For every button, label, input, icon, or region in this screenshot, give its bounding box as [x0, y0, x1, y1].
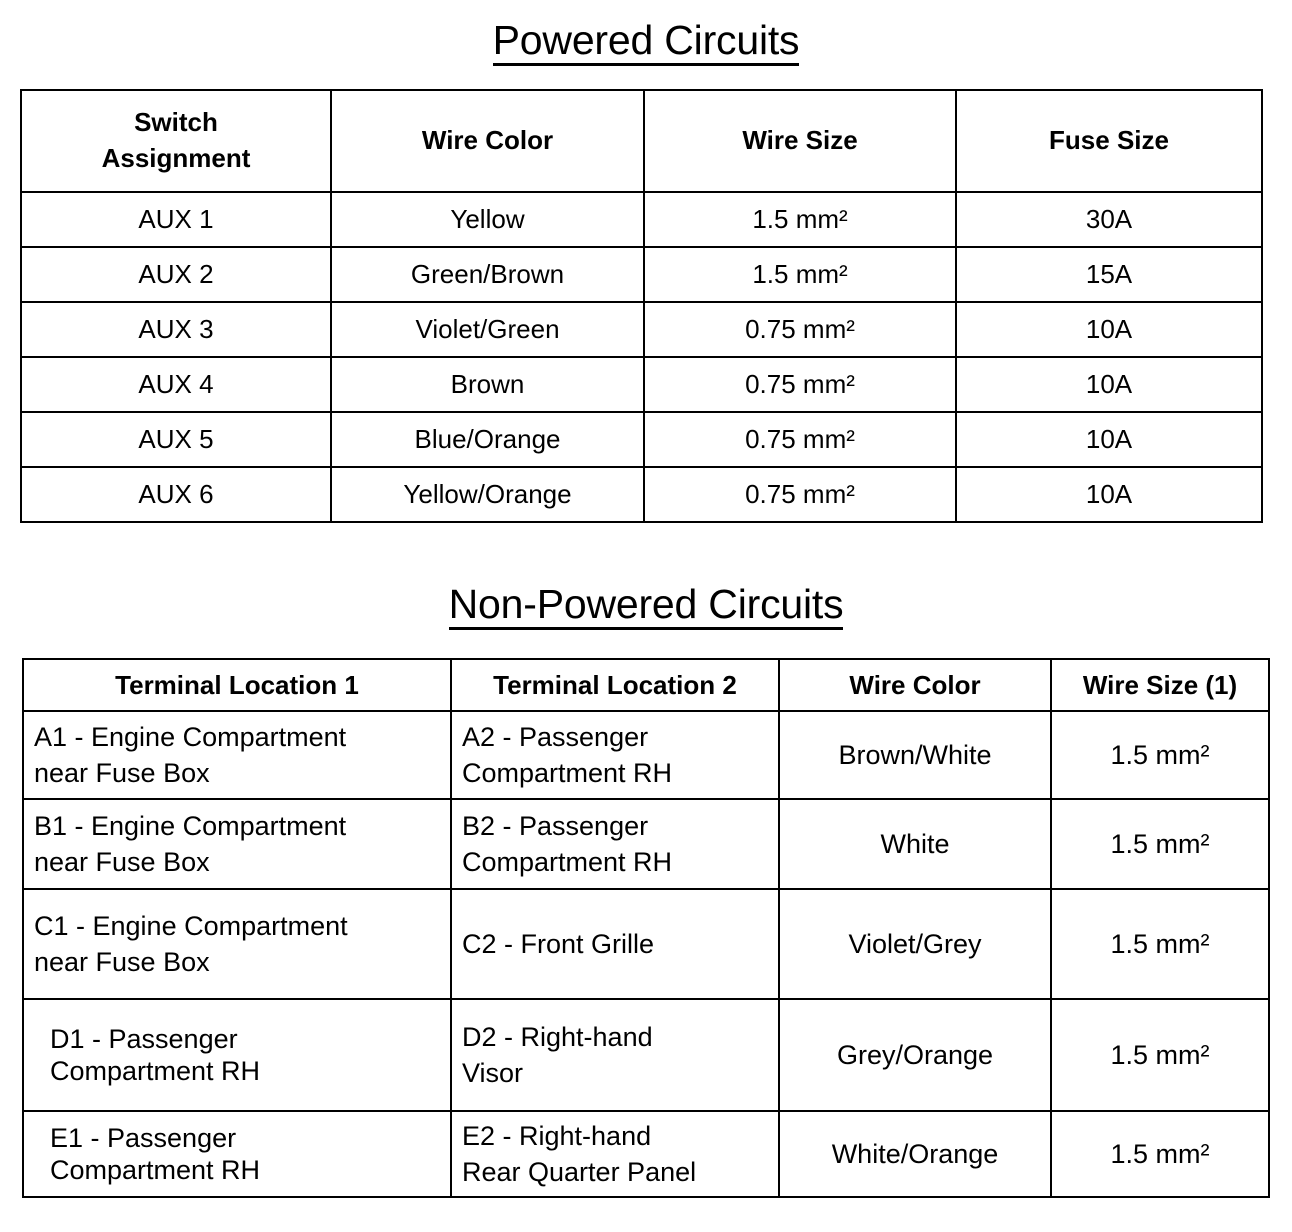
cell-wire-color: Brown — [330, 356, 645, 413]
column-header-wire-color: Wire Color — [778, 658, 1052, 712]
column-header-terminal-location-2: Terminal Location 2 — [450, 658, 780, 712]
cell-wire-size: 0.75 mm² — [643, 301, 957, 358]
cell-wire-color: Grey/Orange — [778, 998, 1052, 1112]
cell-terminal-location-2-line1: E2 - Right-hand — [462, 1120, 652, 1151]
cell-terminal-location-2: D2 - Right-hand Visor — [450, 998, 780, 1112]
cell-fuse-size: 10A — [955, 301, 1263, 358]
table-row: D1 - Passenger Compartment RH D2 - Right… — [22, 998, 1270, 1112]
cell-wire-color: Green/Brown — [330, 246, 645, 303]
cell-switch-assignment: AUX 6 — [20, 466, 332, 523]
cell-wire-size: 1.5 mm² — [643, 246, 957, 303]
cell-terminal-location-2-line2: Compartment RH — [462, 847, 673, 877]
cell-switch-assignment: AUX 3 — [20, 301, 332, 358]
cell-terminal-location-2: C2 - Front Grille — [450, 888, 780, 1000]
cell-terminal-location-1-line1: A1 - Engine Compartment — [34, 721, 347, 752]
cell-wire-size: 1.5 mm² — [1050, 710, 1270, 800]
cell-switch-assignment: AUX 2 — [20, 246, 332, 303]
cell-terminal-location-2-line1: C2 - Front Grille — [462, 928, 655, 959]
cell-terminal-location-1-line2: near Fuse Box — [34, 947, 210, 977]
section-title-non-powered-circuits: Non-Powered Circuits — [0, 584, 1292, 630]
table-row: AUX 4 Brown 0.75 mm² 10A — [20, 356, 1263, 413]
cell-terminal-location-1-line1: B1 - Engine Compartment — [34, 810, 347, 841]
cell-fuse-size: 10A — [955, 466, 1263, 523]
cell-wire-color: Violet/Green — [330, 301, 645, 358]
cell-wire-color: Violet/Grey — [778, 888, 1052, 1000]
section-title-powered-circuits: Powered Circuits — [0, 20, 1292, 66]
cell-terminal-location-1: E1 - Passenger Compartment RH — [22, 1110, 452, 1198]
cell-terminal-location-2: A2 - Passenger Compartment RH — [450, 710, 780, 800]
column-header-wire-size: Wire Size — [643, 89, 957, 193]
cell-terminal-location-2-line1: B2 - Passenger — [462, 810, 649, 841]
cell-terminal-location-2-line2: Compartment RH — [462, 758, 673, 788]
cell-terminal-location-1: C1 - Engine Compartment near Fuse Box — [22, 888, 452, 1000]
cell-terminal-location-1: D1 - Passenger Compartment RH — [22, 998, 452, 1112]
table-row: AUX 3 Violet/Green 0.75 mm² 10A — [20, 301, 1263, 358]
cell-terminal-location-1-line2: near Fuse Box — [34, 847, 210, 877]
table-header-row: Terminal Location 1 Terminal Location 2 … — [22, 658, 1270, 712]
cell-wire-size: 0.75 mm² — [643, 466, 957, 523]
cell-terminal-location-2-line2: Rear Quarter Panel — [462, 1157, 697, 1187]
table-row: AUX 1 Yellow 1.5 mm² 30A — [20, 191, 1263, 248]
powered-circuits-table: Switch Assignment Wire Color Wire Size F… — [20, 89, 1263, 523]
cell-wire-color: White/Orange — [778, 1110, 1052, 1198]
table-row: AUX 2 Green/Brown 1.5 mm² 15A — [20, 246, 1263, 303]
cell-terminal-location-1-line2: Compartment RH — [50, 1155, 261, 1185]
column-header-switch-assignment-line1: Switch — [134, 107, 218, 138]
cell-wire-size: 1.5 mm² — [1050, 888, 1270, 1000]
column-header-terminal-location-1: Terminal Location 1 — [22, 658, 452, 712]
cell-terminal-location-1: B1 - Engine Compartment near Fuse Box — [22, 798, 452, 890]
cell-wire-color: White — [778, 798, 1052, 890]
cell-wire-size: 1.5 mm² — [1050, 798, 1270, 890]
non-powered-circuits-table: Terminal Location 1 Terminal Location 2 … — [22, 658, 1270, 1198]
cell-terminal-location-1: A1 - Engine Compartment near Fuse Box — [22, 710, 452, 800]
column-header-wire-color: Wire Color — [330, 89, 645, 193]
table-row: A1 - Engine Compartment near Fuse Box A2… — [22, 710, 1270, 800]
cell-terminal-location-2: E2 - Right-hand Rear Quarter Panel — [450, 1110, 780, 1198]
document-page: Powered Circuits Switch Assignment Wire … — [0, 0, 1292, 1232]
cell-switch-assignment: AUX 1 — [20, 191, 332, 248]
cell-terminal-location-2-line1: D2 - Right-hand — [462, 1021, 653, 1052]
column-header-switch-assignment: Switch Assignment — [20, 89, 332, 193]
cell-fuse-size: 10A — [955, 356, 1263, 413]
cell-wire-size: 1.5 mm² — [1050, 998, 1270, 1112]
cell-wire-size: 1.5 mm² — [643, 191, 957, 248]
column-header-fuse-size: Fuse Size — [955, 89, 1263, 193]
table-row: C1 - Engine Compartment near Fuse Box C2… — [22, 888, 1270, 1000]
cell-terminal-location-1-line1: C1 - Engine Compartment — [34, 910, 348, 941]
table-row: AUX 6 Yellow/Orange 0.75 mm² 10A — [20, 466, 1263, 523]
cell-terminal-location-2-line1: A2 - Passenger — [462, 721, 649, 752]
cell-fuse-size: 15A — [955, 246, 1263, 303]
cell-terminal-location-1-line2: Compartment RH — [50, 1056, 261, 1086]
section-title-powered-circuits-text: Powered Circuits — [492, 20, 800, 66]
column-header-switch-assignment-line2: Assignment — [101, 143, 251, 173]
cell-switch-assignment: AUX 4 — [20, 356, 332, 413]
cell-wire-color: Brown/White — [778, 710, 1052, 800]
cell-wire-color: Yellow — [330, 191, 645, 248]
cell-terminal-location-1-line1: D1 - Passenger — [50, 1023, 238, 1054]
table-header-row: Switch Assignment Wire Color Wire Size F… — [20, 89, 1263, 193]
cell-wire-color: Yellow/Orange — [330, 466, 645, 523]
cell-switch-assignment: AUX 5 — [20, 411, 332, 468]
cell-terminal-location-1-line1: E1 - Passenger — [50, 1122, 237, 1153]
cell-wire-size: 0.75 mm² — [643, 356, 957, 413]
section-title-non-powered-circuits-text: Non-Powered Circuits — [448, 584, 844, 630]
cell-wire-size: 1.5 mm² — [1050, 1110, 1270, 1198]
cell-wire-color: Blue/Orange — [330, 411, 645, 468]
cell-terminal-location-2-line2: Visor — [462, 1058, 524, 1088]
table-row: E1 - Passenger Compartment RH E2 - Right… — [22, 1110, 1270, 1198]
cell-wire-size: 0.75 mm² — [643, 411, 957, 468]
cell-terminal-location-2: B2 - Passenger Compartment RH — [450, 798, 780, 890]
column-header-wire-size: Wire Size (1) — [1050, 658, 1270, 712]
cell-fuse-size: 30A — [955, 191, 1263, 248]
cell-terminal-location-1-line2: near Fuse Box — [34, 758, 210, 788]
table-row: AUX 5 Blue/Orange 0.75 mm² 10A — [20, 411, 1263, 468]
cell-fuse-size: 10A — [955, 411, 1263, 468]
table-row: B1 - Engine Compartment near Fuse Box B2… — [22, 798, 1270, 890]
